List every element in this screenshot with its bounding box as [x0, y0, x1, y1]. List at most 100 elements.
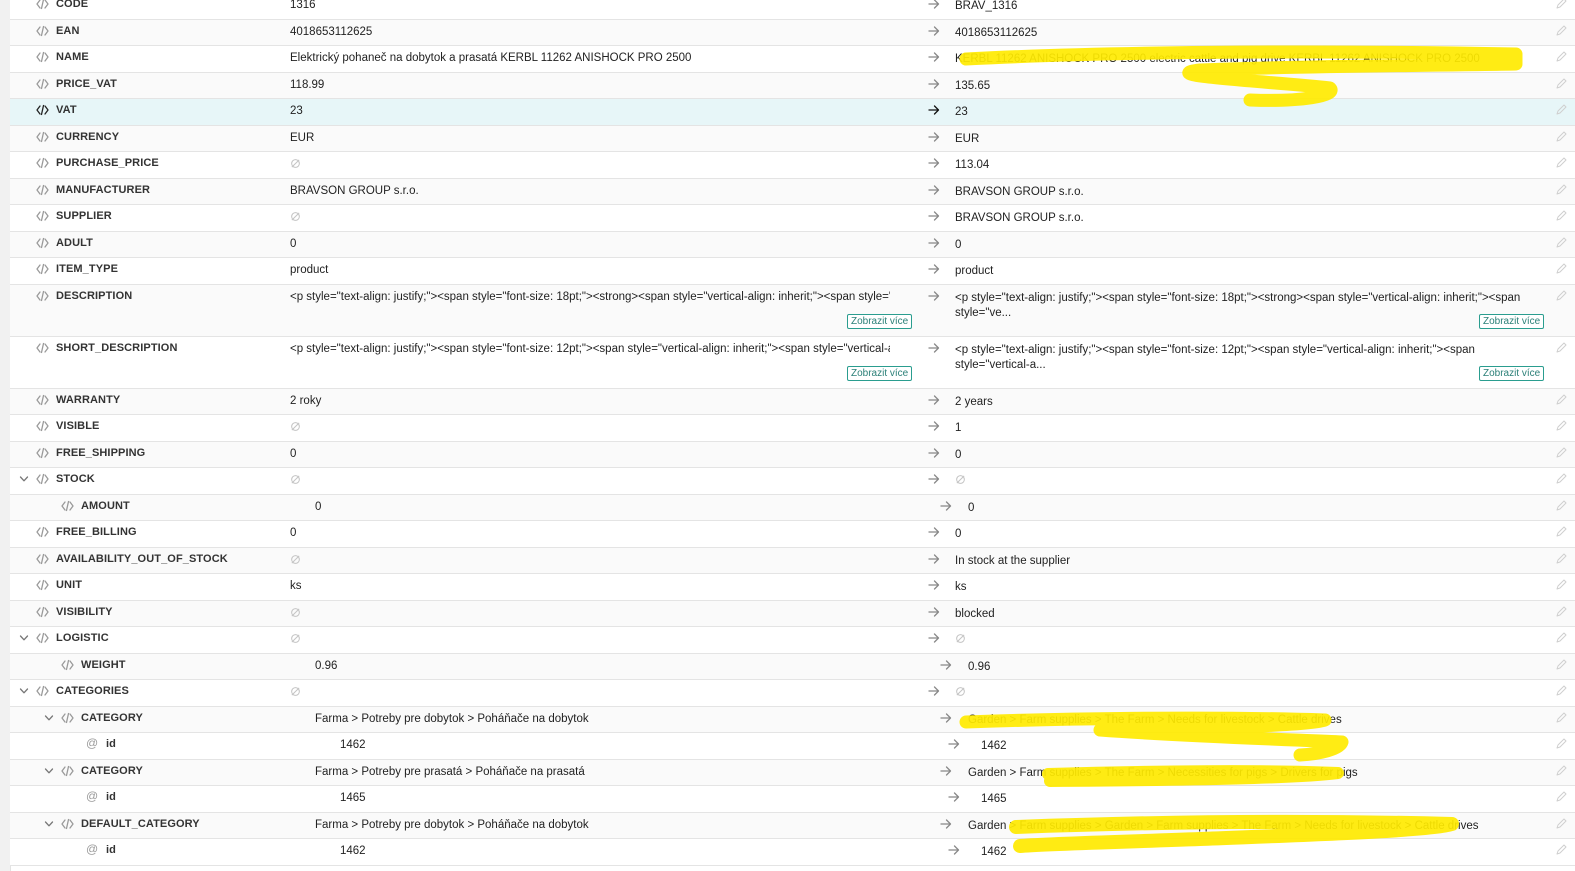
target-value[interactable]: ks [955, 580, 1540, 595]
chevron-down-icon[interactable] [18, 685, 30, 697]
target-value[interactable] [955, 633, 1540, 649]
mapping-row[interactable]: CATEGORY Farma > Potreby pre prasatá > Po… [10, 759, 1575, 786]
mapping-row[interactable]: CATEGORY Farma > Potreby pre dobytok > Po… [10, 706, 1575, 733]
target-value[interactable]: <p style="text-align: justify;"><span st… [955, 343, 1540, 373]
edit-icon[interactable] [1556, 500, 1567, 511]
target-value[interactable]: KERBL 11262 ANISHOCK PRO 2500 electric c… [955, 52, 1540, 67]
edit-icon[interactable] [1556, 473, 1567, 484]
mapping-row[interactable]: SHORT_DESCRIPTION <p style="text-align: j… [10, 336, 1575, 389]
edit-icon[interactable] [1556, 447, 1567, 458]
mapping-row[interactable]: PRICE_VAT 118.99 135.65 [10, 72, 1575, 99]
edit-icon[interactable] [1556, 791, 1567, 802]
mapping-row[interactable]: DEFAULT_CATEGORY Farma > Potreby pre doby… [10, 812, 1575, 839]
target-value[interactable]: 0 [955, 448, 1540, 463]
target-value[interactable]: BRAVSON GROUP s.r.o. [955, 185, 1540, 200]
mapping-row[interactable]: VISIBLE 1 [10, 415, 1575, 442]
edit-icon[interactable] [1556, 237, 1567, 248]
chevron-down-icon[interactable] [43, 818, 55, 830]
mapping-row[interactable]: FREE_BILLING 0 0 [10, 521, 1575, 548]
edit-icon[interactable] [1556, 606, 1567, 617]
mapping-row[interactable]: LOGISTIC [10, 627, 1575, 654]
target-value[interactable]: <p style="text-align: justify;"><span st… [955, 291, 1540, 321]
mapping-row[interactable]: @ id 1465 1465 [10, 786, 1575, 813]
show-more-button-target[interactable]: Zobrazit více [1479, 313, 1545, 329]
mapping-row[interactable]: CODE 1316 BRAV_1316 [10, 0, 1575, 20]
show-more-button-target[interactable]: Zobrazit více [1479, 365, 1545, 381]
edit-icon[interactable] [1556, 844, 1567, 855]
target-value[interactable]: 1465 [981, 792, 1566, 807]
target-value[interactable]: 0.96 [968, 660, 1553, 675]
edit-icon[interactable] [1556, 420, 1567, 431]
target-value[interactable] [955, 474, 1540, 490]
target-value[interactable]: product [955, 264, 1540, 279]
edit-icon[interactable] [1556, 78, 1567, 89]
edit-icon[interactable] [1556, 263, 1567, 274]
mapping-row[interactable]: ITEM_TYPE product product [10, 258, 1575, 285]
show-more-button-source[interactable]: Zobrazit více [847, 365, 913, 381]
target-value[interactable]: Garden > Farm supplies > The Farm > Nece… [968, 766, 1553, 781]
edit-icon[interactable] [1556, 157, 1567, 168]
mapping-row[interactable]: FREE_SHIPPING 0 0 [10, 441, 1575, 468]
mapping-row[interactable]: AVAILABILITY_OUT_OF_STOCK In stock at the… [10, 547, 1575, 574]
edit-icon[interactable] [1556, 104, 1567, 115]
target-value[interactable]: In stock at the supplier [955, 554, 1540, 569]
target-value[interactable]: 0 [955, 527, 1540, 542]
edit-icon[interactable] [1556, 685, 1567, 696]
edit-icon[interactable] [1556, 659, 1567, 670]
mapping-row[interactable]: WARRANTY 2 roky 2 years [10, 388, 1575, 415]
edit-icon[interactable] [1556, 632, 1567, 643]
target-value[interactable]: 1 [955, 421, 1540, 436]
edit-icon[interactable] [1556, 0, 1567, 9]
mapping-row[interactable]: NAME Elektrický pohaneč na dobytok a pras… [10, 46, 1575, 73]
edit-icon[interactable] [1556, 818, 1567, 829]
target-value[interactable] [955, 686, 1540, 702]
target-value[interactable]: 1462 [981, 739, 1566, 754]
edit-icon[interactable] [1556, 712, 1567, 723]
edit-icon[interactable] [1556, 394, 1567, 405]
edit-icon[interactable] [1556, 290, 1567, 301]
target-value[interactable]: BRAV_1316 [955, 0, 1540, 14]
edit-icon[interactable] [1556, 51, 1567, 62]
target-value[interactable]: blocked [955, 607, 1540, 622]
target-value[interactable]: 113.04 [955, 158, 1540, 173]
chevron-down-icon[interactable] [43, 765, 55, 777]
target-value[interactable]: Garden > Farm supplies > Garden > Farm s… [968, 819, 1553, 834]
chevron-down-icon[interactable] [18, 632, 30, 644]
mapping-row[interactable]: WEIGHT 0.96 0.96 [10, 653, 1575, 680]
target-value[interactable]: 23 [955, 105, 1540, 120]
show-more-button-source[interactable]: Zobrazit více [847, 313, 913, 329]
mapping-row[interactable]: DESCRIPTION <p style="text-align: justify… [10, 284, 1575, 337]
mapping-row[interactable]: VAT 23 23 [10, 99, 1575, 126]
edit-icon[interactable] [1556, 579, 1567, 590]
edit-icon[interactable] [1556, 526, 1567, 537]
edit-icon[interactable] [1556, 553, 1567, 564]
mapping-row[interactable]: CURRENCY EUR EUR [10, 125, 1575, 152]
target-value[interactable]: 2 years [955, 395, 1540, 410]
mapping-row[interactable]: VISIBILITY blocked [10, 600, 1575, 627]
chevron-down-icon[interactable] [43, 712, 55, 724]
target-value[interactable]: BRAVSON GROUP s.r.o. [955, 211, 1540, 226]
mapping-row[interactable]: EAN 4018653112625 4018653112625 [10, 19, 1575, 46]
mapping-row[interactable]: @ id 1462 1462 [10, 839, 1575, 866]
mapping-row[interactable]: STOCK [10, 468, 1575, 495]
edit-icon[interactable] [1556, 342, 1567, 353]
target-value[interactable]: 4018653112625 [955, 26, 1540, 41]
mapping-row[interactable]: PURCHASE_PRICE 113.04 [10, 152, 1575, 179]
edit-icon[interactable] [1556, 25, 1567, 36]
target-value[interactable]: Garden > Farm supplies > The Farm > Need… [968, 713, 1553, 728]
target-value[interactable]: 0 [968, 501, 1553, 516]
mapping-row[interactable]: AMOUNT 0 0 [10, 494, 1575, 521]
mapping-row[interactable]: CATEGORIES [10, 680, 1575, 707]
chevron-down-icon[interactable] [18, 473, 30, 485]
edit-icon[interactable] [1556, 210, 1567, 221]
mapping-row[interactable]: UNIT ks ks [10, 574, 1575, 601]
mapping-row[interactable]: SUPPLIER BRAVSON GROUP s.r.o. [10, 205, 1575, 232]
mapping-row[interactable]: MANUFACTURER BRAVSON GROUP s.r.o. BRAVSON … [10, 178, 1575, 205]
target-value[interactable]: 135.65 [955, 79, 1540, 94]
edit-icon[interactable] [1556, 184, 1567, 195]
target-value[interactable]: EUR [955, 132, 1540, 147]
mapping-row[interactable]: @ id 1462 1462 [10, 733, 1575, 760]
target-value[interactable]: 0 [955, 238, 1540, 253]
mapping-row[interactable]: ADULT 0 0 [10, 231, 1575, 258]
edit-icon[interactable] [1556, 765, 1567, 776]
